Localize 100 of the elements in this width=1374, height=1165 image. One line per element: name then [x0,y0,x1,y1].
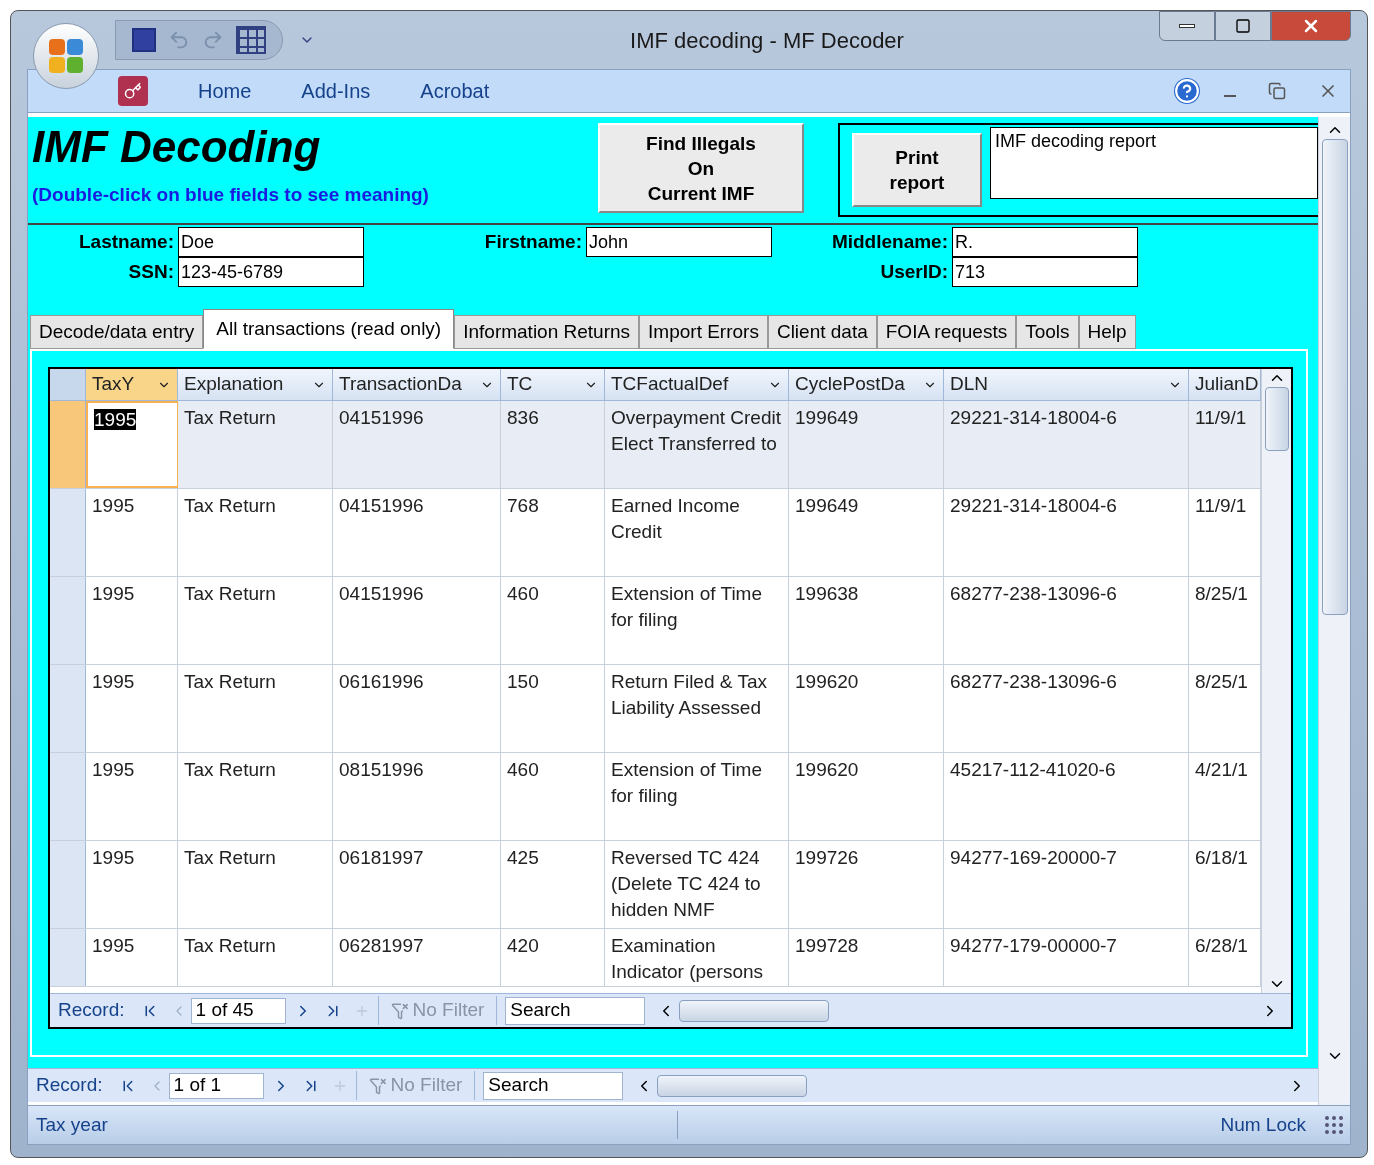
maximize-icon [1235,18,1251,34]
table-cell: 6/28/1 [1195,935,1248,956]
minimize-icon [1179,24,1195,28]
text-field[interactable]: R. [952,227,1138,257]
resize-grip-icon[interactable] [1322,1113,1346,1137]
table-cell: 06281997 [339,935,424,956]
table-cell: Extension of Time for filing [611,759,763,806]
restore-icon[interactable] [1268,82,1286,100]
table-cell: Tax Return [184,935,276,956]
table-cell: 1995 [92,583,135,604]
form-tab[interactable]: Decode/data entry [30,315,204,349]
table-cell: 06181997 [339,847,424,868]
column-header[interactable]: TCFactualDef [605,369,789,400]
column-header[interactable]: CyclePostDa [789,369,944,400]
table-cell: 199620 [795,759,859,780]
form-tab[interactable]: Help [1078,315,1136,349]
table-cell: 768 [507,495,539,516]
table-cell: Reversed TC 424 (Delete TC 424 to hidden NMF [611,847,761,920]
form-tab[interactable]: FOIA requests [876,315,1017,349]
table-cell: 29221-314-18004-6 [950,495,1117,516]
table-cell: 199649 [795,407,859,428]
column-header[interactable]: Explanation [178,369,333,400]
column-title: CyclePostDa [795,372,905,397]
column-header[interactable]: TaxY [86,369,178,400]
vertical-scrollbar-thumb[interactable] [1264,387,1289,451]
field-label: SSN: [127,259,175,284]
table-cell: Earned Income Credit [611,495,740,542]
field-label: Lastname: [77,229,175,254]
window-title: IMF decoding - MF Decoder [630,26,904,55]
table-cell: 150 [507,671,539,692]
form-tab[interactable]: Information Returns [454,315,640,349]
search-field[interactable]: Search [505,996,646,1025]
close-button[interactable] [1271,11,1351,41]
print-report-button[interactable]: Print report [852,133,982,207]
horizontal-scrollbar-thumb[interactable] [657,1074,808,1097]
column-header[interactable]: TC [501,369,605,400]
form-tab[interactable]: Tools [1016,315,1079,349]
key-icon[interactable] [118,76,148,106]
minimize-button[interactable] [1159,11,1215,41]
column-title: TCFactualDef [611,372,729,397]
table-cell: 460 [507,759,539,780]
form-tab[interactable]: Import Errors [639,315,768,349]
table-cell: 199649 [795,495,859,516]
table-cell: 8/25/1 [1195,671,1248,692]
find-illegals-button[interactable]: Find Illegals On Current IMF [598,123,804,213]
table-cell: 04151996 [339,583,424,604]
table-cell: 11/9/1 [1195,495,1247,516]
text-field[interactable]: Doe [178,227,364,257]
ribbon-tab[interactable]: Add-Ins [301,76,371,106]
grid-icon[interactable] [236,26,266,54]
form-subtitle: (Double-click on blue fields to see meaning) [32,183,430,207]
column-title: DLN [950,372,988,397]
table-cell: Tax Return [184,671,276,692]
record-number-field[interactable]: 1 of 45 [190,997,286,1024]
maximize-button[interactable] [1215,11,1271,41]
help-icon[interactable] [1174,78,1200,104]
table-cell: 11/9/1 [1195,407,1247,428]
table-cell: 199638 [795,583,859,604]
table-cell: 1995 [94,409,137,430]
text-field[interactable]: 713 [952,257,1138,287]
num-lock-indicator: Num Lock [1220,1112,1307,1137]
column-header[interactable]: DLN [944,369,1189,400]
table-cell: 6/18/1 [1195,847,1248,868]
form-tab[interactable]: All transactions (read only) [203,309,455,349]
table-cell: 68277-238-13096-6 [950,671,1117,692]
column-title: TC [507,372,533,397]
table-cell: Tax Return [184,847,276,868]
table-cell: 460 [507,583,539,604]
form-tab[interactable]: Client data [767,315,877,349]
horizontal-scrollbar-thumb[interactable] [679,999,830,1022]
table-cell: 4/21/1 [1195,759,1248,780]
table-cell: 1995 [92,759,135,780]
table-cell: Extension of Time for filing [611,583,763,630]
table-cell: 08151996 [339,759,424,780]
ribbon-tab[interactable]: Acrobat [420,76,490,106]
table-cell: 68277-238-13096-6 [950,583,1117,604]
ribbon-tab[interactable]: Home [198,76,252,106]
report-name-field[interactable]: IMF decoding report [990,127,1318,199]
record-number-field[interactable]: 1 of 1 [168,1072,264,1099]
form-scrollbar-thumb[interactable] [1321,139,1348,615]
text-field[interactable]: John [586,227,772,257]
table-cell: 199726 [795,847,859,868]
column-title: Explanation [184,372,284,397]
table-cell: 94277-169-20000-7 [950,847,1117,868]
table-cell: Return Filed & Tax Liability Assessed [611,671,767,718]
column-header[interactable]: TransactionDa [333,369,501,400]
table-cell: 1995 [92,495,135,516]
table-cell: 94277-179-00000-7 [950,935,1117,956]
field-label: UserID: [879,259,949,284]
table-cell: 06161996 [339,671,424,692]
column-title: TransactionDa [339,372,462,397]
form-vertical-scrollbar[interactable] [1318,117,1350,1105]
table-cell: 420 [507,935,539,956]
search-field[interactable]: Search [483,1071,624,1100]
column-title: JulianD [1195,372,1259,397]
vertical-scrollbar[interactable] [1261,369,1291,993]
field-label: Firstname: [483,229,583,254]
table-cell: 04151996 [339,407,424,428]
table-cell: Tax Return [184,583,276,604]
text-field[interactable]: 123-45-6789 [178,257,364,287]
